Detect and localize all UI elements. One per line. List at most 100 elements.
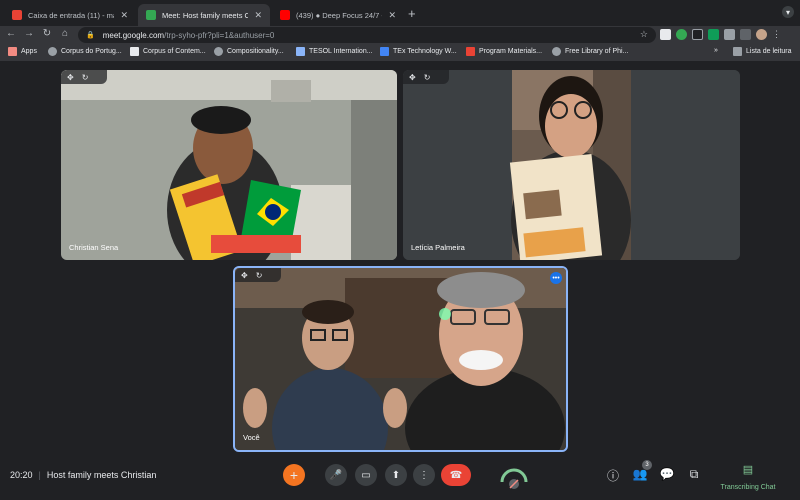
camera-icon: ▭ [361,469,371,481]
refresh-icon[interactable]: ↻ [82,73,89,82]
meeting-control-bar: 20:20 | Host family meets Christian + 🎤 ▭ … [0,454,800,500]
participant-name: Christian Sena [69,243,119,252]
chat-icon: 💬 [659,467,675,481]
gmail-icon [12,10,22,20]
bookmark-item[interactable]: Compositionality... [214,47,284,56]
browser-toolbar: ← → ↻ ⌂ 🔒 meet.google.com/trp-syho-pfr?p… [0,26,800,44]
reload-icon[interactable]: ↻ [40,28,54,39]
present-icon: ⬆ [391,469,401,481]
avatar[interactable] [756,29,767,40]
tab-title: Meet: Host family meets C [162,10,249,20]
bookmark-item[interactable]: Free Library of Phi... [552,47,628,56]
apps-grid-icon [8,47,17,56]
tile-controls: ✥ ↻ [61,70,107,84]
participant-video [403,70,740,260]
meeting-details: 20:20 | Host family meets Christian [10,470,156,480]
bookmarks-bar: Apps Corpus do Portug... Corpus of Conte… [0,44,800,62]
video-tile-leticia[interactable]: ✥ ↻ Letícia Palmeira [403,70,740,260]
mic-button[interactable]: 🎤 [325,464,347,486]
document-icon [380,47,389,56]
mic-icon: 🎤 [329,469,343,481]
more-options-button[interactable]: ⋮ [413,464,435,486]
participant-video [61,70,397,260]
effects-button[interactable]: + [283,464,305,486]
move-icon[interactable]: ✥ [409,73,416,82]
globe-icon [48,47,57,56]
extensions-area: ⋮ [660,29,783,40]
people-count-badge: 3 [642,460,652,470]
home-icon[interactable]: ⌂ [58,28,72,39]
camera-button[interactable]: ▭ [355,464,377,486]
url-host: meet.google.com [102,30,165,40]
separator: | [38,470,41,480]
url-path: /trp-syho-pfr?pli=1&authuser=0 [164,30,275,40]
reading-list-icon [733,47,742,56]
page-icon [130,47,139,56]
video-tile-christian[interactable]: ✥ ↻ Christian Sena [61,70,397,260]
back-icon[interactable]: ← [4,28,18,39]
tesol-icon [296,47,305,56]
participant-video [235,268,566,450]
kebab-menu-icon: ⋮ [419,469,429,481]
video-tile-self[interactable]: ✥ ↻ ••• Você [233,266,568,452]
chat-button[interactable]: 💬 [659,467,675,481]
tile-controls: ✥ ↻ [235,268,281,282]
more-options-icon[interactable]: ••• [550,272,562,284]
lock-icon: 🔒 [86,32,95,39]
bookmark-item[interactable]: TEx Technology W... [380,47,457,56]
address-bar[interactable]: 🔒 meet.google.com/trp-syho-pfr?pli=1&aut… [78,27,656,43]
move-icon[interactable]: ✥ [241,271,248,280]
activities-icon: ⧉ [689,467,699,481]
hang-up-icon: ☎ [449,469,463,481]
new-tab-button[interactable]: + [408,6,416,21]
bookmark-item[interactable]: Program Materials... [466,47,542,56]
refresh-icon[interactable]: ↻ [256,271,263,280]
extension-icon[interactable] [708,29,719,40]
youtube-icon [280,10,290,20]
reading-list[interactable]: Lista de leitura [733,47,792,56]
bookmark-item[interactable]: Corpus do Portug... [48,47,122,56]
bookmark-apps[interactable]: Apps [8,47,37,56]
close-icon[interactable]: ✕ [254,10,262,21]
globe-icon [214,47,223,56]
tab-search-icon[interactable]: ▾ [782,6,794,18]
tab-title: (439) ● Deep Focus 24/7 - A [296,10,383,20]
transcript-icon: ▤ [742,464,754,476]
activities-button[interactable]: ⧉ [686,467,702,482]
bookmarks-overflow[interactable]: » [714,47,718,54]
participant-name: Letícia Palmeira [411,243,465,252]
move-icon[interactable]: ✥ [67,73,74,82]
bookmark-item[interactable]: Corpus of Contem... [130,47,206,56]
kebab-menu-icon[interactable]: ⋮ [772,29,783,40]
bookmark-star-icon[interactable]: ☆ [640,29,648,40]
extension-icon[interactable] [660,29,671,40]
present-button[interactable]: ⬆ [385,464,407,486]
transcribing-label: Transcribing Chat [720,484,776,491]
info-icon: ⓘ [606,469,619,483]
meeting-title: Host family meets Christian [46,470,157,480]
audio-level-indicator [500,468,528,489]
refresh-icon[interactable]: ↻ [424,73,431,82]
tab-meet[interactable]: Meet: Host family meets C ✕ [138,4,270,26]
bookmark-item[interactable]: TESOL Internation... [296,47,373,56]
end-call-button[interactable]: ☎ [441,464,471,486]
globe-icon [552,47,561,56]
tile-controls: ✥ ↻ [403,70,449,84]
participant-name: Você [243,433,260,442]
transcribing-chat-button[interactable]: ▤ Transcribing Chat [716,463,780,494]
close-icon[interactable]: ✕ [120,10,128,21]
program-icon [466,47,475,56]
browser-tab-bar: Caixa de entrada (11) - magnol ✕ Meet: H… [0,0,800,26]
close-icon[interactable]: ✕ [388,10,396,21]
forward-icon[interactable]: → [22,28,36,39]
extension-icon[interactable] [676,29,687,40]
extension-icon[interactable] [692,29,703,40]
meeting-info-button[interactable]: ⓘ [605,467,621,484]
tab-gmail[interactable]: Caixa de entrada (11) - magnol ✕ [4,4,136,26]
reading-list-icon[interactable] [740,29,751,40]
meeting-time: 20:20 [10,470,33,480]
meet-icon [146,10,156,20]
puzzle-icon[interactable] [724,29,735,40]
tab-youtube[interactable]: (439) ● Deep Focus 24/7 - A ✕ [272,4,404,26]
tab-title: Caixa de entrada (11) - magnol [28,10,114,20]
